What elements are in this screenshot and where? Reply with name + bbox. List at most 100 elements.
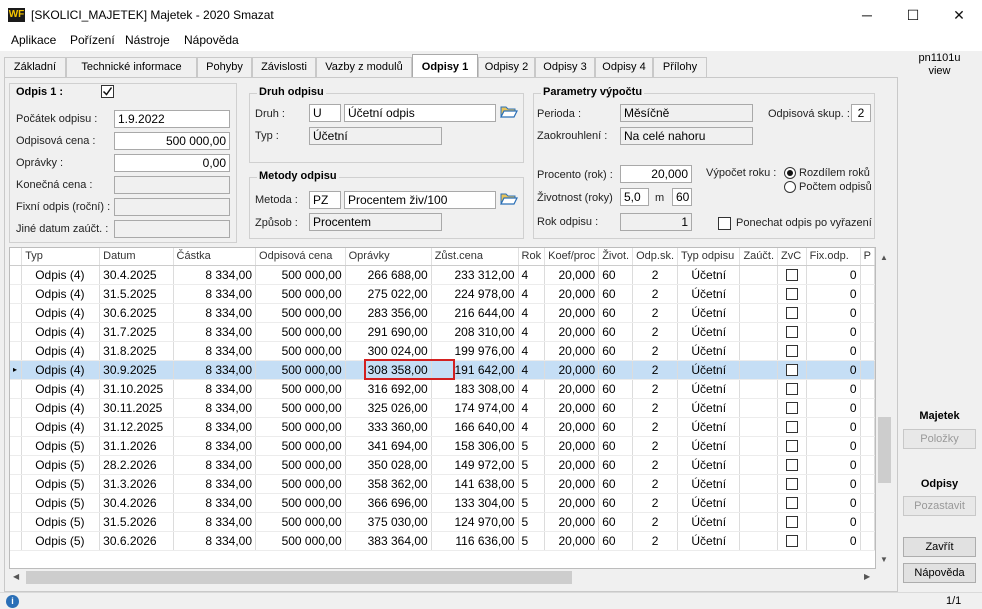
cell-odpisova-cena[interactable]: 500 000,00 — [255, 398, 346, 418]
cell-typ[interactable]: Odpis (4) — [21, 341, 101, 361]
cell-typ-odpisu[interactable]: Účetní — [677, 474, 741, 494]
cell-datum[interactable]: 31.12.2025 — [99, 417, 174, 437]
cell-odp-sk[interactable]: 2 — [632, 531, 679, 551]
zvc-checkbox[interactable] — [785, 440, 798, 453]
polozky-button[interactable]: Položky — [903, 429, 976, 449]
cell-odp-sk[interactable]: 2 — [632, 474, 679, 494]
vertical-scrollbar[interactable]: ▲ ▼ — [876, 247, 893, 569]
cell-rok[interactable]: 4 — [518, 398, 546, 418]
cell-zust-cena[interactable]: 208 310,00 — [431, 322, 519, 342]
cell-typ[interactable]: Odpis (5) — [21, 493, 101, 513]
cell-fix-odp[interactable]: 0 — [806, 512, 861, 532]
zavrit-button[interactable]: Zavřít — [903, 537, 976, 557]
cell-typ[interactable]: Odpis (5) — [21, 512, 101, 532]
zvc-checkbox[interactable] — [785, 516, 798, 529]
cell-zivot[interactable]: 60 — [598, 474, 634, 494]
cell-opravky[interactable]: 383 364,00 — [345, 531, 432, 551]
cell-castka[interactable]: 8 334,00 — [173, 360, 257, 380]
column-header[interactable]: Život. — [598, 248, 634, 266]
cell-fix-odp[interactable]: 0 — [806, 341, 861, 361]
cell-castka[interactable]: 8 334,00 — [173, 436, 257, 456]
cell-zust-cena[interactable]: 233 312,00 — [431, 265, 519, 285]
cell-koef[interactable]: 20,000 — [544, 379, 600, 399]
minimize-button[interactable]: ─ — [844, 0, 890, 31]
cell-zivot[interactable]: 60 — [598, 493, 634, 513]
info-icon[interactable]: i — [6, 595, 19, 608]
cell-typ[interactable]: Odpis (4) — [21, 265, 101, 285]
scroll-down-icon[interactable]: ▼ — [880, 555, 888, 564]
cell-datum[interactable]: 30.6.2025 — [99, 303, 174, 323]
cell-fix-odp[interactable]: 0 — [806, 493, 861, 513]
cell-fix-odp[interactable]: 0 — [806, 379, 861, 399]
cell-odp-sk[interactable]: 2 — [632, 303, 679, 323]
cell-zauct[interactable] — [739, 436, 779, 456]
cell-fix-odp[interactable]: 0 — [806, 436, 861, 456]
cell-castka[interactable]: 8 334,00 — [173, 265, 257, 285]
cell-zauct[interactable] — [739, 265, 779, 285]
cell-fix-odp[interactable]: 0 — [806, 531, 861, 551]
cell-odpisova-cena[interactable]: 500 000,00 — [255, 493, 346, 513]
tab-odpisy-1[interactable]: Odpisy 1 — [412, 54, 478, 78]
table-row[interactable]: ▸ Odpis (4) 30.9.2025 8 334,00 500 000,00 308… — [10, 360, 875, 380]
cell-typ[interactable]: Odpis (4) — [21, 303, 101, 323]
cell-datum[interactable]: 31.8.2025 — [99, 341, 174, 361]
procento-field[interactable]: 20,000 — [620, 165, 692, 183]
cell-fix-odp[interactable]: 0 — [806, 284, 861, 304]
cell-datum[interactable]: 31.5.2026 — [99, 512, 174, 532]
cell-odpisova-cena[interactable]: 500 000,00 — [255, 512, 346, 532]
cell-zivot[interactable]: 60 — [598, 322, 634, 342]
cell-odpisova-cena[interactable]: 500 000,00 — [255, 284, 346, 304]
cell-opravky[interactable]: 283 356,00 — [345, 303, 432, 323]
cell-odp-sk[interactable]: 2 — [632, 341, 679, 361]
cell-castka[interactable]: 8 334,00 — [173, 474, 257, 494]
cell-typ[interactable]: Odpis (4) — [21, 417, 101, 437]
cell-zauct[interactable] — [739, 379, 779, 399]
column-header[interactable]: Fix.odp. — [806, 248, 861, 266]
cell-datum[interactable]: 30.6.2026 — [99, 531, 174, 551]
table-row[interactable]: Odpis (4) 30.6.2025 8 334,00 500 000,00 283 … — [10, 303, 875, 323]
table-row[interactable]: Odpis (5) 31.5.2026 8 334,00 500 000,00 375 … — [10, 512, 875, 532]
cell-zauct[interactable] — [739, 398, 779, 418]
cell-castka[interactable]: 8 334,00 — [173, 417, 257, 437]
cell-odpisova-cena[interactable]: 500 000,00 — [255, 455, 346, 475]
cell-odp-sk[interactable]: 2 — [632, 379, 679, 399]
cell-koef[interactable]: 20,000 — [544, 531, 600, 551]
cell-typ-odpisu[interactable]: Účetní — [677, 303, 741, 323]
cell-zauct[interactable] — [739, 360, 779, 380]
cell-odpisova-cena[interactable]: 500 000,00 — [255, 360, 346, 380]
zvc-checkbox[interactable] — [785, 364, 798, 377]
zvc-checkbox[interactable] — [785, 402, 798, 415]
skup-field[interactable]: 2 — [851, 104, 871, 122]
cell-datum[interactable]: 30.9.2025 — [99, 360, 174, 380]
table-row[interactable]: Odpis (4) 31.7.2025 8 334,00 500 000,00 291 … — [10, 322, 875, 342]
table-row[interactable]: Odpis (4) 31.8.2025 8 334,00 500 000,00 300 … — [10, 341, 875, 361]
table-row[interactable]: Odpis (4) 30.4.2025 8 334,00 500 000,00 266 … — [10, 265, 875, 285]
cell-odp-sk[interactable]: 2 — [632, 265, 679, 285]
cell-zivot[interactable]: 60 — [598, 379, 634, 399]
cena-field[interactable]: 500 000,00 — [114, 132, 230, 150]
cell-zauct[interactable] — [739, 341, 779, 361]
pocatek-field[interactable]: 1.9.2022 — [114, 110, 230, 128]
cell-typ-odpisu[interactable]: Účetní — [677, 265, 741, 285]
horizontal-scroll-thumb[interactable] — [26, 571, 572, 584]
cell-datum[interactable]: 30.4.2025 — [99, 265, 174, 285]
odpis-checkbox[interactable] — [101, 85, 114, 98]
cell-typ-odpisu[interactable]: Účetní — [677, 341, 741, 361]
table-row[interactable]: Odpis (5) 30.6.2026 8 334,00 500 000,00 383 … — [10, 531, 875, 551]
column-header[interactable]: Odp.sk. — [632, 248, 679, 266]
tab-odpisy-4[interactable]: Odpisy 4 — [595, 57, 653, 77]
zvc-checkbox[interactable] — [785, 535, 798, 548]
scroll-left-icon[interactable]: ◀ — [13, 572, 19, 581]
cell-koef[interactable]: 20,000 — [544, 455, 600, 475]
cell-opravky[interactable]: 375 030,00 — [345, 512, 432, 532]
table-row[interactable]: Odpis (4) 31.12.2025 8 334,00 500 000,00 333… — [10, 417, 875, 437]
cell-koef[interactable]: 20,000 — [544, 493, 600, 513]
cell-opravky[interactable]: 325 026,00 — [345, 398, 432, 418]
table-row[interactable]: Odpis (5) 31.3.2026 8 334,00 500 000,00 358 … — [10, 474, 875, 494]
cell-fix-odp[interactable]: 0 — [806, 474, 861, 494]
cell-zivot[interactable]: 60 — [598, 341, 634, 361]
cell-zauct[interactable] — [739, 417, 779, 437]
cell-rok[interactable]: 4 — [518, 284, 546, 304]
cell-opravky[interactable]: 333 360,00 — [345, 417, 432, 437]
cell-typ-odpisu[interactable]: Účetní — [677, 493, 741, 513]
